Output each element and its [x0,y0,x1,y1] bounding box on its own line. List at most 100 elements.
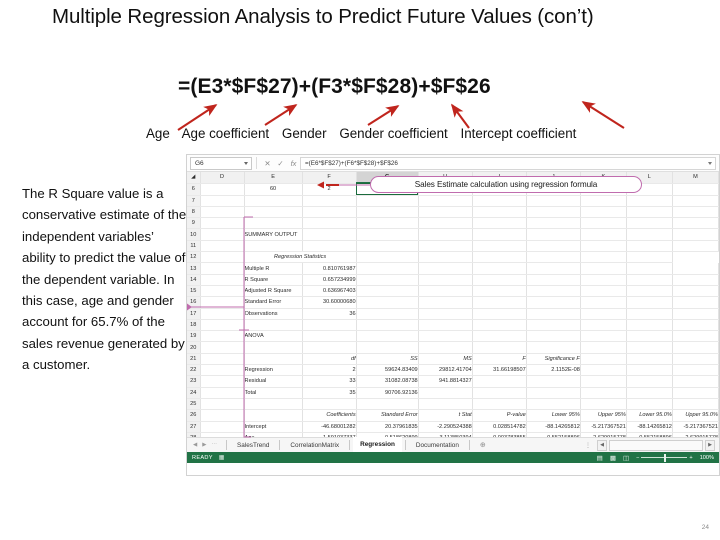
cell-coef-hdr[interactable] [244,409,303,422]
cell[interactable] [626,296,673,309]
cell-coef-t[interactable]: 3.113850394 [418,432,473,437]
cell[interactable] [418,274,473,286]
zoom-track[interactable] [641,453,688,462]
cell[interactable] [526,206,581,219]
cell-coef-value[interactable]: 1.591037337 [302,432,357,437]
cell[interactable] [200,262,245,275]
row-header[interactable]: 17 [187,308,201,320]
cell-coef-u95[interactable]: 2.629915778 [580,432,627,437]
next-sheet-arrow-icon[interactable]: ▶ [202,442,206,448]
cell[interactable] [472,262,527,275]
cell[interactable] [356,296,419,309]
cell[interactable] [580,308,627,320]
cell[interactable] [302,206,357,219]
cell[interactable] [200,195,245,207]
cell[interactable] [472,274,527,286]
cell-anova-f[interactable]: 31.66198507 [472,364,527,377]
cell[interactable] [302,228,357,241]
cell[interactable] [200,251,245,264]
horizontal-scrollbar[interactable]: ⋮ ◀ ▶ [486,439,719,451]
table-row[interactable]: 7 [187,195,719,207]
cell[interactable] [580,296,627,309]
row-header[interactable]: 25 [187,398,201,411]
cell[interactable] [244,217,303,230]
table-row[interactable]: 22 Regression 2 59624.83409 29812.41704 … [187,364,719,377]
expand-formula-bar-icon[interactable] [708,161,712,165]
row-header[interactable]: 20 [187,341,201,354]
cell[interactable] [356,217,419,230]
cell[interactable] [356,251,419,264]
minus-icon[interactable]: − [636,455,639,461]
row-header[interactable]: 24 [187,387,201,399]
cell[interactable] [200,296,245,309]
cell[interactable] [200,387,245,399]
cell[interactable] [418,398,473,411]
cell[interactable] [526,330,581,343]
cell-coef-hdr-p-value[interactable]: P-value [472,409,527,422]
cell-stat-label[interactable]: Standard Error [244,296,303,309]
cell-coef-hdr-lower950[interactable]: Lower 95.0% [626,409,673,422]
cell[interactable] [472,341,527,354]
cell[interactable] [302,330,357,343]
cell[interactable] [356,262,419,275]
cell[interactable] [526,398,581,411]
cell-coef-hdr-upper950[interactable]: Upper 95.0% [672,409,719,422]
cell[interactable] [580,398,627,411]
cell[interactable] [472,398,527,411]
cell[interactable] [580,251,627,264]
cell-coef-l95[interactable]: 0.552158896 [526,432,581,437]
cell[interactable] [302,195,357,207]
cell[interactable] [418,387,473,399]
cell[interactable] [526,217,581,230]
cell[interactable] [472,330,527,343]
cell[interactable] [626,206,673,219]
cell[interactable] [580,240,627,253]
cell[interactable] [302,240,357,253]
table-row[interactable]: 17 Observations 36 [187,308,719,320]
cell-coef-hdr-coefficients[interactable]: Coefficients [302,409,357,422]
cell[interactable] [626,251,673,264]
row-header[interactable]: 28 [187,432,201,437]
cell[interactable] [418,206,473,219]
cell[interactable] [672,206,719,219]
cell[interactable] [626,228,673,241]
cell[interactable] [200,308,245,320]
cell[interactable] [626,217,673,230]
cell[interactable] [200,341,245,354]
cell[interactable] [580,353,627,366]
column-header-e[interactable]: E [244,172,303,184]
cell-anova-sig[interactable]: 2.1152E-08 [526,364,581,377]
cell-stat-value[interactable]: 30.60000680 [302,296,357,309]
cell-stat-label[interactable]: Adjusted R Square [244,285,303,298]
table-row[interactable]: 16 Standard Error 30.60000680 [187,296,719,309]
table-row[interactable]: 28 Age 1.591037337 0.518620899 3.1138503… [187,432,719,437]
cell[interactable] [472,319,527,332]
cell[interactable] [626,330,673,343]
cell[interactable] [626,364,673,377]
cell[interactable] [526,341,581,354]
row-header[interactable]: 11 [187,240,201,253]
cell[interactable] [302,217,357,230]
cell-anova-hdr[interactable] [244,352,303,366]
cell[interactable] [200,240,245,253]
cell-coef-hdr-upper95[interactable]: Upper 95% [580,409,627,422]
cell[interactable] [672,353,719,366]
cell[interactable] [526,195,581,207]
row-header[interactable]: 26 [187,409,201,422]
cell[interactable] [626,195,673,207]
cell[interactable] [526,262,581,275]
formula-bar-input[interactable]: =(E6*$F$27)+(F6*$F$28)+$F$26 [300,156,716,170]
cell[interactable] [526,319,581,332]
sheet-tab-documentation[interactable]: Documentation [409,438,466,453]
cell-anova-df[interactable]: 33 [302,375,357,388]
cell[interactable] [472,228,527,241]
cell-summary-output[interactable]: SUMMARY OUTPUT [244,228,303,241]
cell-stat-label[interactable]: Observations [244,308,303,320]
cell[interactable] [302,341,357,354]
cell[interactable] [672,195,719,207]
cell[interactable] [200,206,245,219]
cell[interactable] [580,330,627,343]
cell[interactable] [200,375,245,388]
cell-coef-l950[interactable]: -88.14265812 [626,421,673,433]
cell[interactable] [472,308,527,320]
